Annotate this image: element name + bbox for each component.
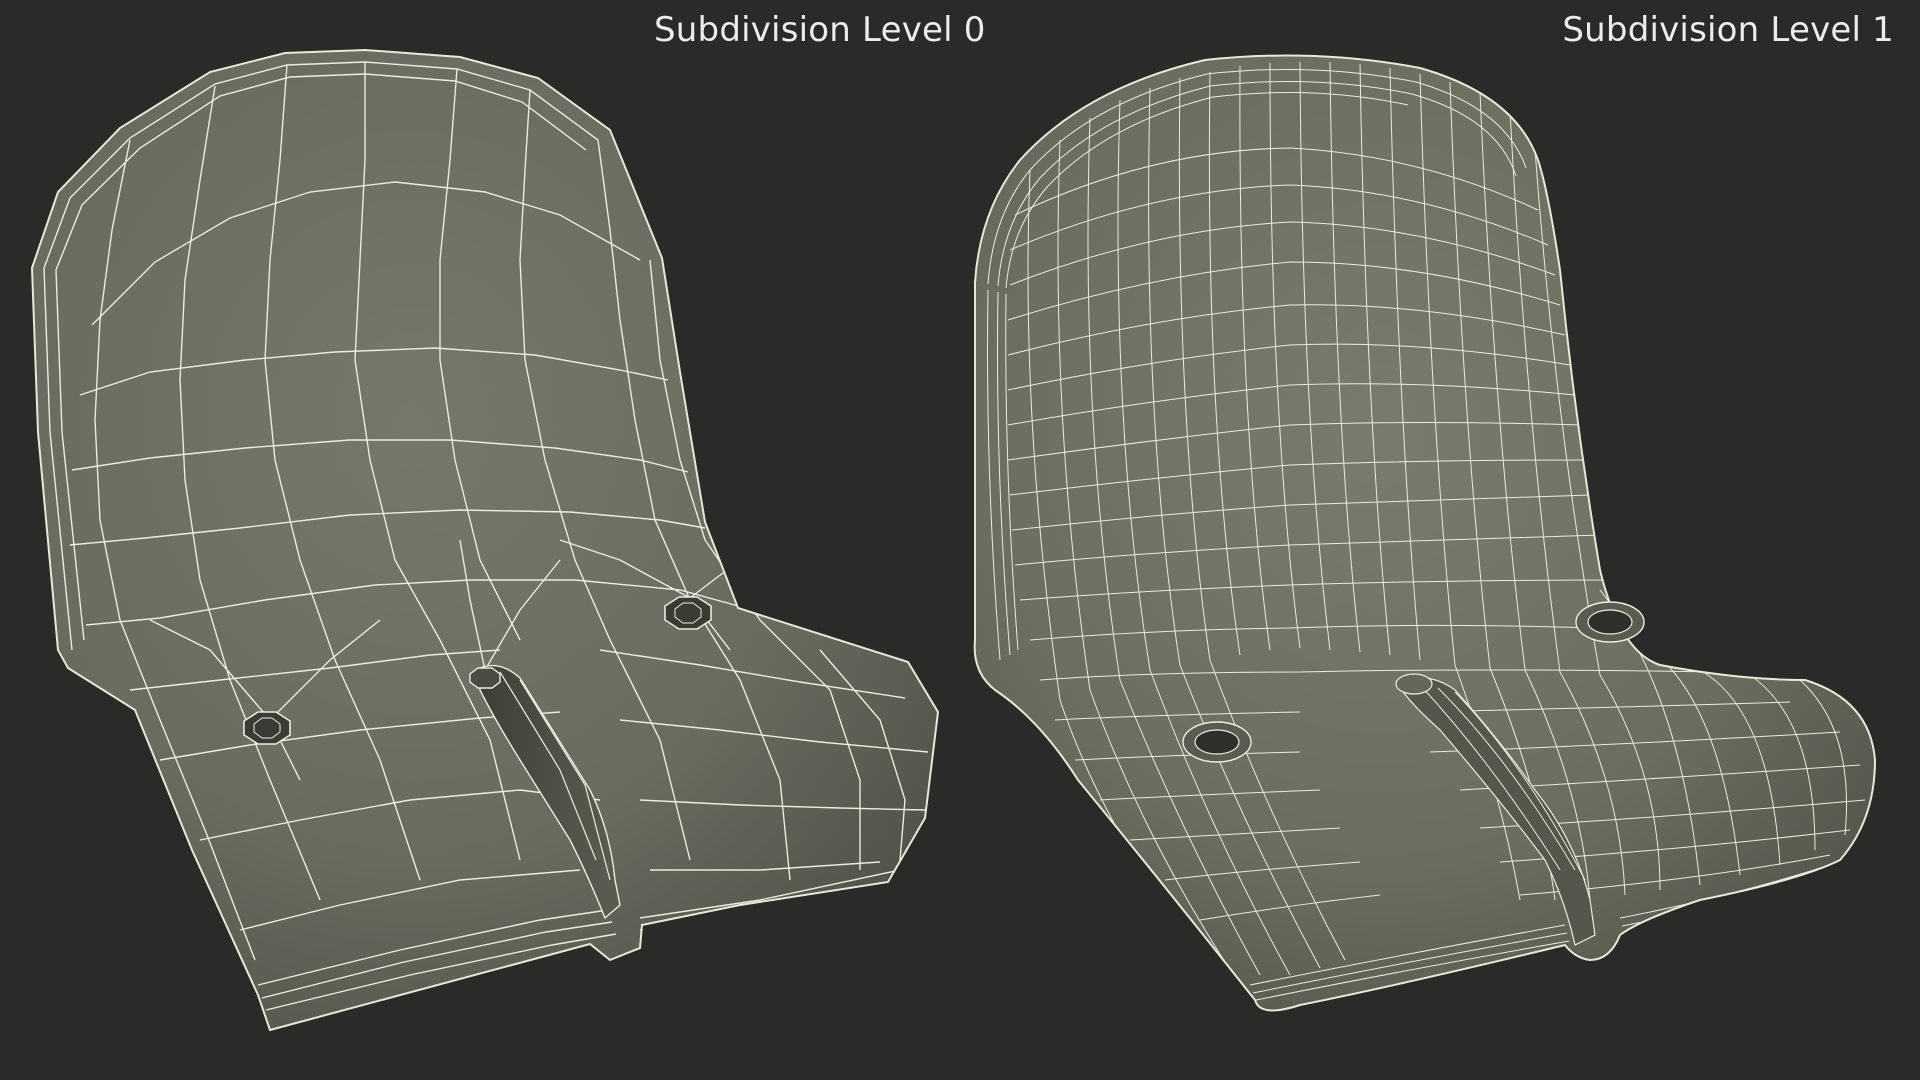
drain-hole-left-2 [664, 596, 712, 630]
drain-hole-right-2 [1575, 601, 1645, 643]
drain-hole-left-1 [243, 711, 291, 745]
slot-top-hole-right [1395, 673, 1433, 695]
seat-shell-left [30, 48, 940, 1032]
comparison-render: Subdivision Level 0 Subdivision Level 1 [0, 0, 1920, 1080]
seat-model-level-1 [973, 54, 1877, 1012]
drain-hole-right-1 [1182, 721, 1252, 763]
seat-model-level-0 [30, 48, 940, 1032]
seat-shell-right [973, 54, 1877, 1012]
panel-title-level-0: Subdivision Level 0 [654, 10, 986, 50]
panel-title-level-1: Subdivision Level 1 [1562, 10, 1894, 50]
render-canvas [30, 48, 1877, 1032]
slot-top-hole-left [469, 667, 501, 689]
